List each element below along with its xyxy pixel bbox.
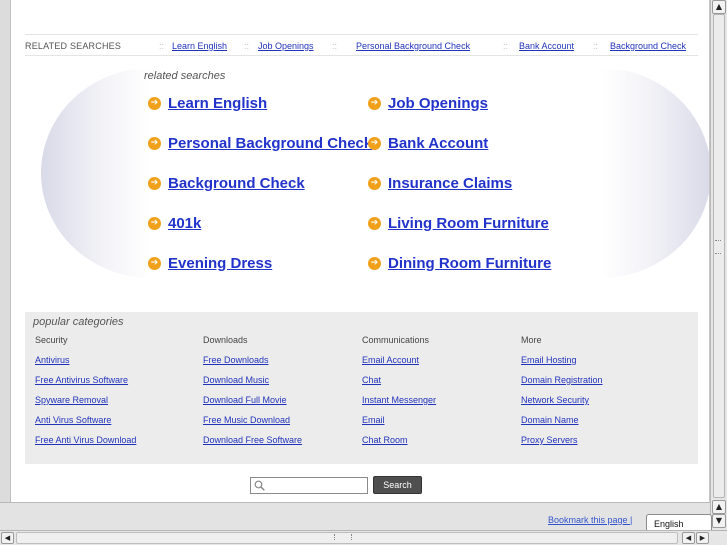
related-result-link[interactable]: Background Check [168, 175, 305, 192]
magnifier-icon [254, 480, 265, 491]
scroll-right-button[interactable]: ▶ [696, 532, 709, 544]
category-link[interactable]: Instant Messenger [362, 394, 436, 414]
related-result-link[interactable]: Insurance Claims [388, 175, 512, 192]
category-link[interactable]: Proxy Servers [521, 434, 603, 454]
status-bar: Bookmark this page | English [0, 502, 712, 533]
arrow-circle-icon: ➔ [368, 96, 381, 110]
bookmark-link[interactable]: Bookmark this page | [548, 515, 632, 525]
category-link[interactable]: Download Free Software [203, 434, 302, 454]
category-link[interactable]: Anti Virus Software [35, 414, 136, 434]
related-bar-link[interactable]: Job Openings [258, 41, 314, 51]
category-column-downloads: Downloads Free Downloads Download Music … [203, 334, 302, 454]
related-searches-bar-label: RELATED SEARCHES [25, 41, 122, 51]
separator: :: [159, 41, 165, 51]
related-searches-title: related searches [144, 70, 226, 82]
category-link[interactable]: Email Hosting [521, 354, 603, 374]
related-result[interactable]: ➔ Bank Account [368, 133, 488, 153]
scroll-grip-icon [715, 240, 721, 254]
related-result[interactable]: ➔ Insurance Claims [368, 173, 512, 193]
category-link[interactable]: Free Music Download [203, 414, 302, 434]
related-result-link[interactable]: Bank Account [388, 135, 488, 152]
related-bar-link[interactable]: Personal Background Check [356, 41, 470, 51]
separator: :: [593, 41, 599, 51]
related-result[interactable]: ➔ Job Openings [368, 93, 488, 113]
scroll-left-button[interactable]: ◀ [1, 532, 14, 544]
category-column-communications: Communications Email Account Chat Instan… [362, 334, 436, 454]
category-link[interactable]: Free Anti Virus Download [35, 434, 136, 454]
category-heading: Downloads [203, 335, 248, 345]
category-link[interactable]: Download Music [203, 374, 302, 394]
category-heading: Communications [362, 335, 430, 345]
scroll-left-button[interactable]: ◀ [682, 532, 695, 544]
related-result-link[interactable]: Personal Background Check [168, 135, 372, 152]
category-column-security: Security Antivirus Free Antivirus Softwa… [35, 334, 136, 454]
arrow-circle-icon: ➔ [368, 176, 381, 190]
separator: :: [244, 41, 250, 51]
related-result-link[interactable]: Learn English [168, 95, 267, 112]
popular-categories-title: popular categories [33, 316, 124, 328]
related-bar-link[interactable]: Bank Account [519, 41, 574, 51]
vertical-scrollbar[interactable]: ▲ ▲ ▼ [710, 0, 727, 530]
related-result[interactable]: ➔ Dining Room Furniture [368, 253, 551, 273]
related-result[interactable]: ➔ Background Check [148, 173, 305, 193]
category-link[interactable]: Email [362, 414, 436, 434]
search-button[interactable]: Search [373, 476, 422, 494]
related-bar-link[interactable]: Learn English [172, 41, 227, 51]
window-left-edge [0, 0, 11, 502]
related-result-link[interactable]: 401k [168, 215, 201, 232]
category-link[interactable]: Download Full Movie [203, 394, 302, 414]
arrow-circle-icon: ➔ [148, 256, 161, 270]
category-link[interactable]: Free Antivirus Software [35, 374, 136, 394]
related-result[interactable]: ➔ Personal Background Check [148, 133, 372, 153]
related-result[interactable]: ➔ 401k [148, 213, 201, 233]
related-result[interactable]: ➔ Learn English [148, 93, 267, 113]
scroll-up-button[interactable]: ▲ [712, 0, 726, 14]
arrow-circle-icon: ➔ [368, 136, 381, 150]
category-link[interactable]: Network Security [521, 394, 603, 414]
category-link[interactable]: Spyware Removal [35, 394, 136, 414]
arrow-circle-icon: ➔ [148, 216, 161, 230]
category-link[interactable]: Email Account [362, 354, 436, 374]
arrow-circle-icon: ➔ [148, 176, 161, 190]
category-link[interactable]: Chat Room [362, 434, 436, 454]
web-page: RELATED SEARCHES :: Learn English :: Job… [11, 0, 710, 502]
popular-categories: popular categories Security Antivirus Fr… [25, 312, 698, 464]
separator: :: [503, 41, 509, 51]
arrow-circle-icon: ➔ [148, 136, 161, 150]
decorative-left-curve [41, 68, 151, 278]
scroll-grip-icon [334, 534, 352, 540]
related-result[interactable]: ➔ Evening Dress [148, 253, 272, 273]
category-link[interactable]: Domain Registration [521, 374, 603, 394]
category-link[interactable]: Antivirus [35, 354, 136, 374]
arrow-circle-icon: ➔ [368, 216, 381, 230]
category-link[interactable]: Chat [362, 374, 436, 394]
related-searches-bar: RELATED SEARCHES :: Learn English :: Job… [25, 34, 698, 56]
scroll-down-button[interactable]: ▼ [712, 514, 726, 528]
scroll-up-button[interactable]: ▲ [712, 500, 726, 514]
category-link[interactable]: Domain Name [521, 414, 603, 434]
vertical-scroll-thumb[interactable] [713, 14, 725, 498]
related-result-link[interactable]: Living Room Furniture [388, 215, 549, 232]
related-result[interactable]: ➔ Living Room Furniture [368, 213, 549, 233]
search-input[interactable] [250, 477, 368, 494]
arrow-circle-icon: ➔ [368, 256, 381, 270]
category-heading: Security [35, 335, 68, 345]
category-heading: More [521, 335, 542, 345]
horizontal-scrollbar[interactable]: ◀ ◀ ▶ [0, 530, 727, 545]
decorative-right-curve [601, 68, 709, 278]
separator: :: [332, 41, 338, 51]
related-result-link[interactable]: Dining Room Furniture [388, 255, 551, 272]
related-bar-link[interactable]: Background Check [610, 41, 686, 51]
related-result-link[interactable]: Evening Dress [168, 255, 272, 272]
category-column-more: More Email Hosting Domain Registration N… [521, 334, 603, 454]
category-link[interactable]: Free Downloads [203, 354, 302, 374]
arrow-circle-icon: ➔ [148, 96, 161, 110]
related-result-link[interactable]: Job Openings [388, 95, 488, 112]
